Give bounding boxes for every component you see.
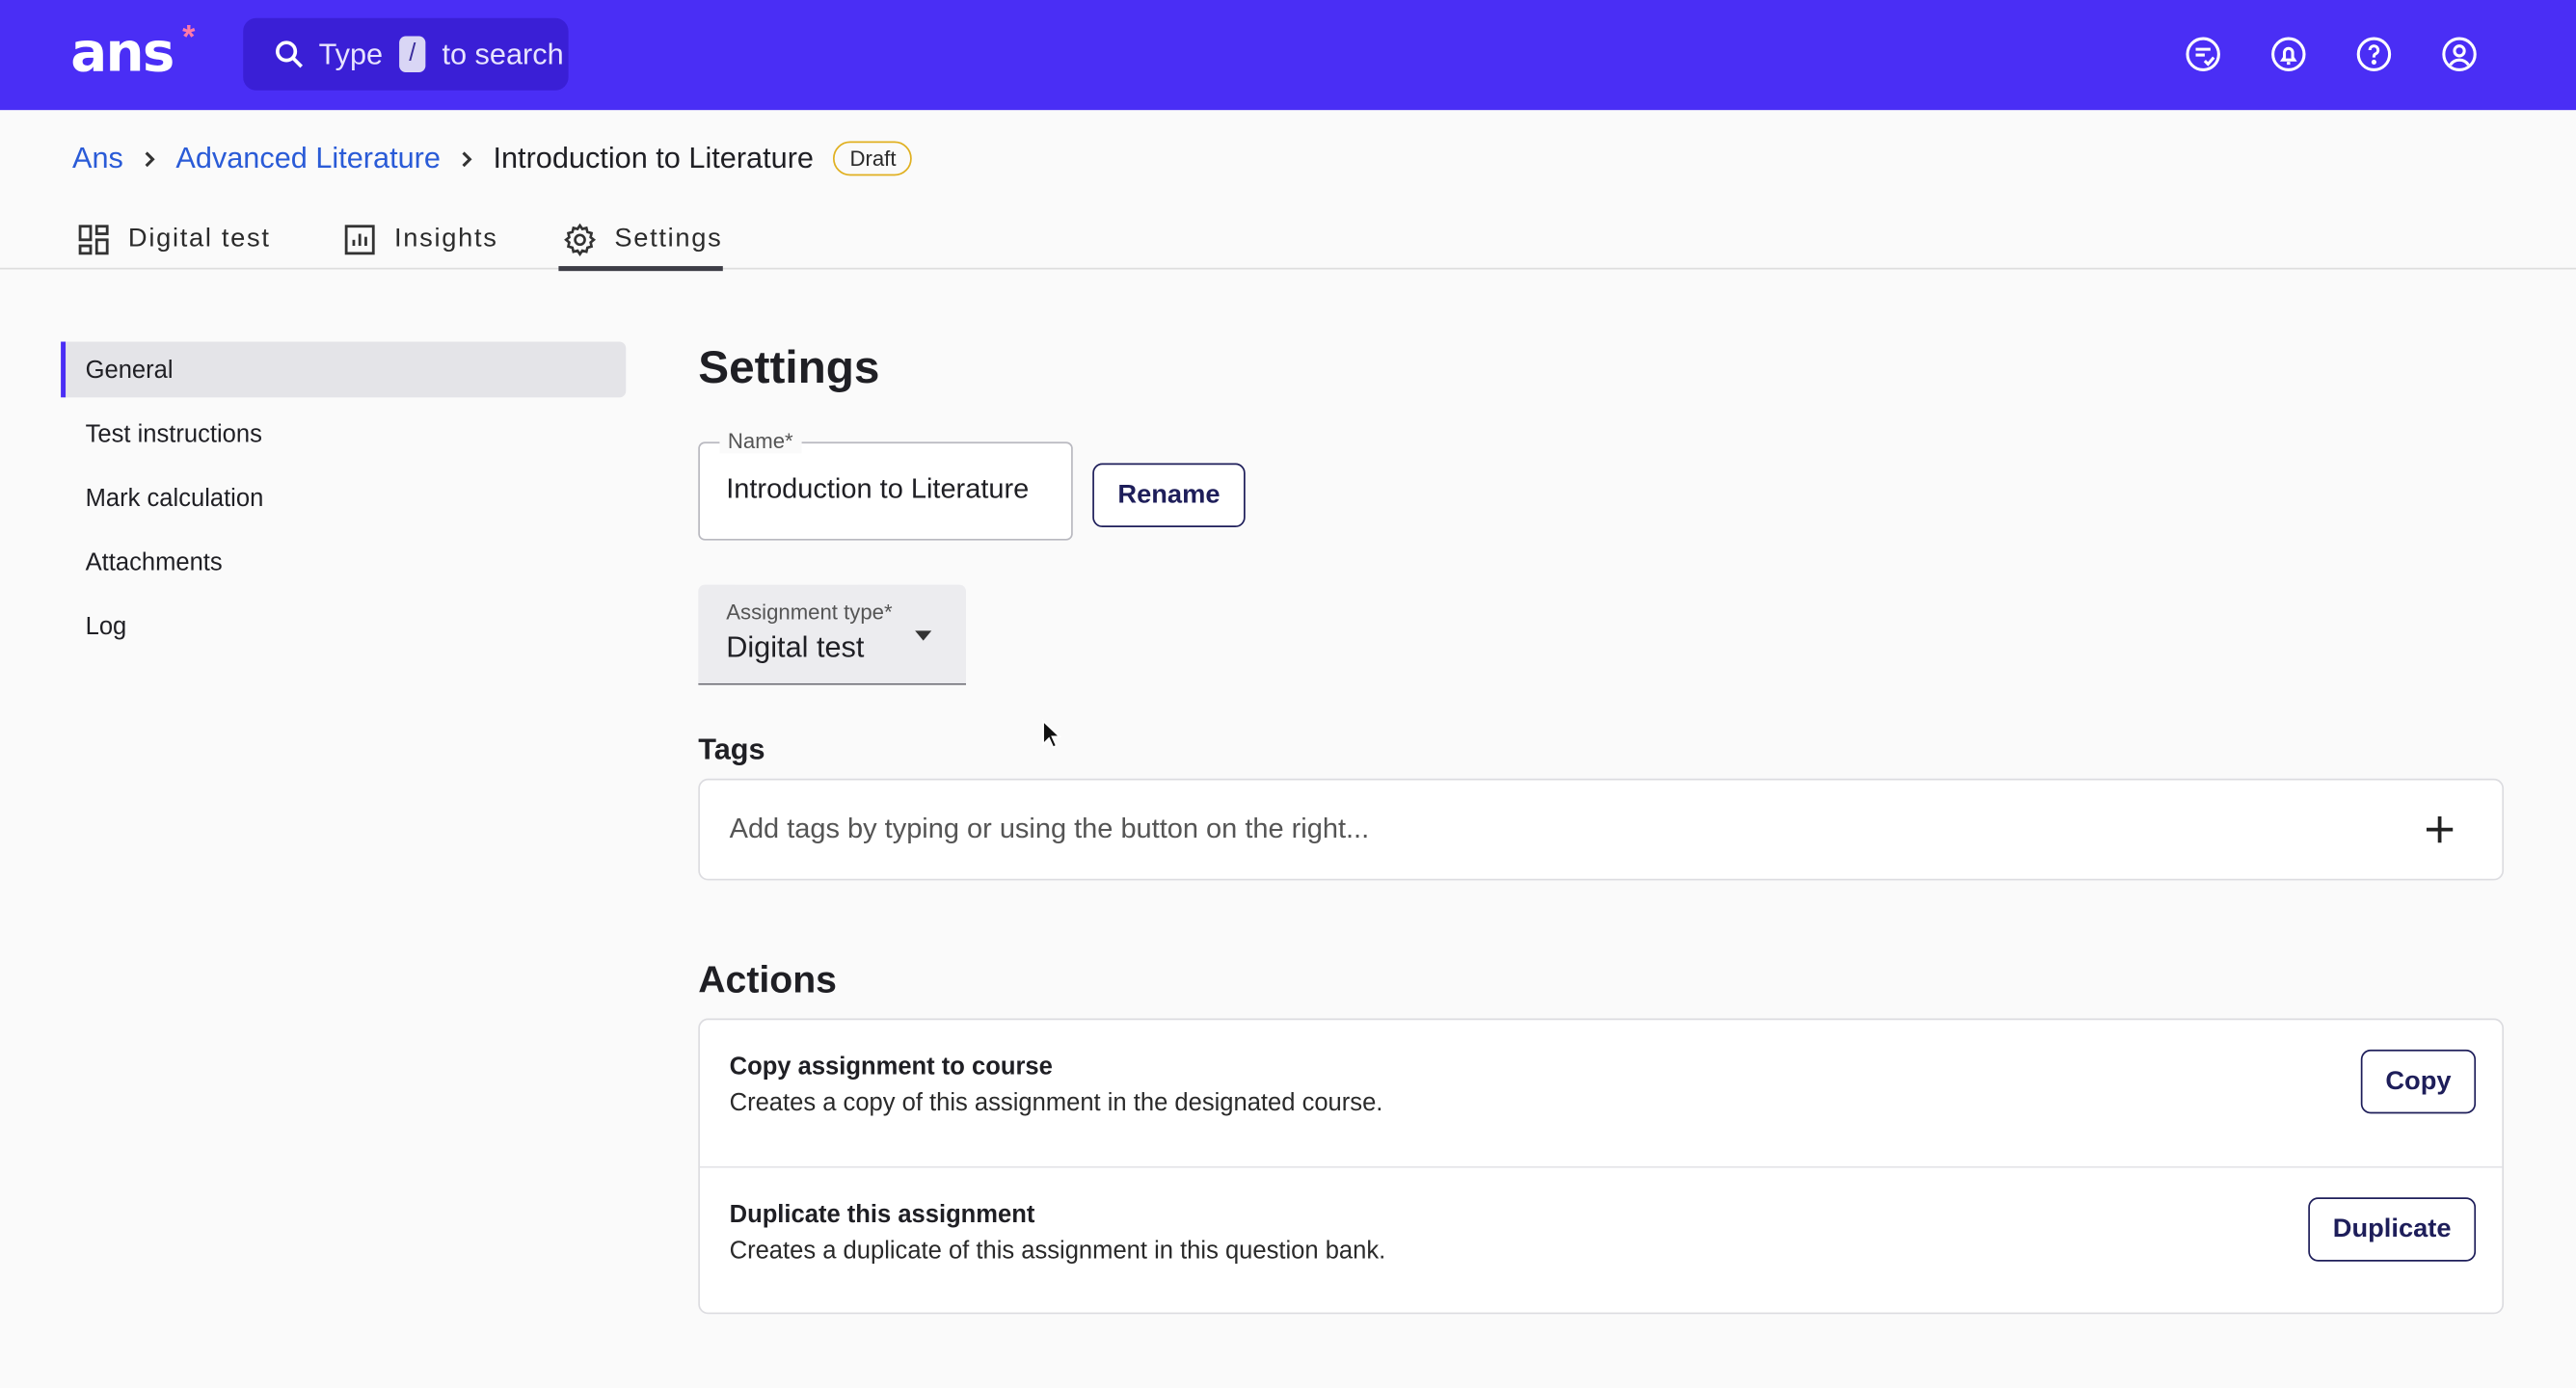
tab-label: Insights <box>393 225 498 254</box>
sidebar-item-label: General <box>85 355 174 384</box>
top-bar: ans * Type / to search <box>0 0 2576 111</box>
action-duplicate-row: Duplicate this assignment Creates a dupl… <box>699 1165 2503 1313</box>
tab-insights[interactable]: Insights <box>341 210 497 269</box>
actions-panel: Copy assignment to course Creates a copy… <box>698 1018 2505 1315</box>
tab-settings[interactable]: Settings <box>558 210 723 272</box>
actions-heading: Actions <box>698 957 837 1001</box>
grid-icon <box>78 225 109 255</box>
breadcrumb-ans[interactable]: Ans <box>72 142 123 176</box>
logo[interactable]: ans <box>70 19 174 83</box>
settings-sidebar: General Test instructions Mark calculati… <box>61 341 627 661</box>
breadcrumb-course[interactable]: Advanced Literature <box>175 142 441 176</box>
tags-input[interactable]: Add tags by typing or using the button o… <box>698 778 2505 881</box>
sidebar-item-label: Mark calculation <box>85 483 264 512</box>
status-badge: Draft <box>833 141 913 176</box>
action-title: Duplicate this assignment <box>729 1200 1035 1229</box>
search-prefix: Type <box>318 37 384 70</box>
action-description: Creates a copy of this assignment in the… <box>729 1088 1383 1117</box>
account-icon[interactable] <box>2440 35 2480 74</box>
sidebar-item-log[interactable]: Log <box>61 598 626 654</box>
name-field[interactable]: Name* <box>698 428 1073 541</box>
sidebar-item-general[interactable]: General <box>61 341 627 398</box>
assignment-type-select[interactable]: Assignment type* Digital test <box>698 584 967 685</box>
rename-button[interactable]: Rename <box>1092 463 1246 528</box>
name-field-label: Name* <box>719 428 802 454</box>
sidebar-item-label: Test instructions <box>85 419 262 448</box>
bell-icon[interactable] <box>2268 35 2308 74</box>
tab-bar: Digital test Insights Settings <box>0 194 2576 272</box>
gear-icon <box>564 223 597 256</box>
logo-star: * <box>182 19 196 56</box>
search-shortcut-key: / <box>399 36 426 72</box>
copy-button[interactable]: Copy <box>2360 1049 2477 1114</box>
assignment-type-value: Digital test <box>726 630 865 664</box>
search-suffix: to search <box>442 37 564 70</box>
action-title: Copy assignment to course <box>729 1053 1053 1081</box>
tab-label: Settings <box>614 225 723 254</box>
action-copy-row: Copy assignment to course Creates a copy… <box>700 1020 2502 1166</box>
action-description: Creates a duplicate of this assignment i… <box>729 1237 1386 1266</box>
sidebar-item-mark-calculation[interactable]: Mark calculation <box>61 469 626 525</box>
sidebar-item-label: Attachments <box>85 547 223 576</box>
name-input[interactable] <box>726 472 1049 506</box>
chevron-right-icon <box>462 150 472 167</box>
breadcrumb: Ans Advanced Literature Introduction to … <box>72 141 913 176</box>
search-icon <box>276 40 304 68</box>
chart-icon <box>344 225 375 255</box>
help-icon[interactable] <box>2354 35 2394 74</box>
add-tag-icon[interactable] <box>2422 812 2457 847</box>
sidebar-item-test-instructions[interactable]: Test instructions <box>61 406 626 462</box>
tab-label: Digital test <box>127 225 271 254</box>
tab-digital-test[interactable]: Digital test <box>75 210 270 269</box>
dropdown-caret-icon <box>915 630 932 641</box>
tags-heading: Tags <box>698 733 765 766</box>
breadcrumb-current: Introduction to Literature <box>493 141 814 174</box>
tags-placeholder: Add tags by typing or using the button o… <box>729 813 1370 844</box>
feedback-icon[interactable] <box>2184 35 2223 74</box>
search-button[interactable]: Type / to search <box>243 17 569 91</box>
sidebar-item-attachments[interactable]: Attachments <box>61 534 626 590</box>
assignment-type-label: Assignment type* <box>726 599 893 625</box>
chevron-right-icon <box>145 150 155 167</box>
page-title: Settings <box>698 341 880 393</box>
mouse-cursor-icon <box>1042 719 1062 749</box>
sidebar-item-label: Log <box>85 611 127 640</box>
duplicate-button[interactable]: Duplicate <box>2308 1197 2477 1262</box>
